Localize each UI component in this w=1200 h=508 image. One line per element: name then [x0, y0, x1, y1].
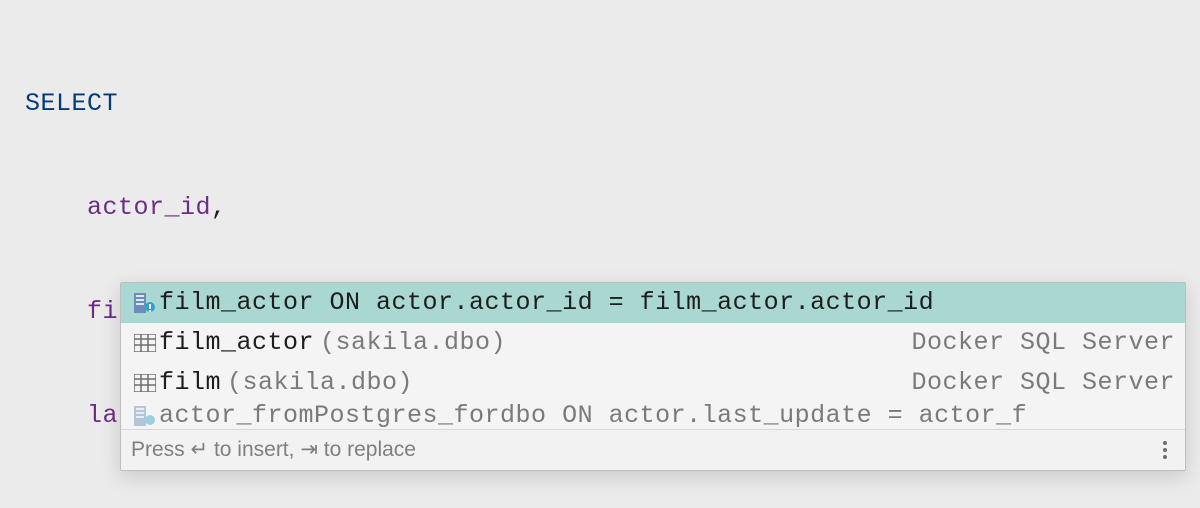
- comma: ,: [211, 193, 227, 223]
- autocomplete-schema: (sakila.dbo): [227, 368, 413, 398]
- join-clause-icon: [131, 406, 159, 426]
- code-line: actor_id,: [25, 186, 1175, 230]
- autocomplete-label: actor_fromPostgres_fordbo ON actor.last_…: [159, 403, 1027, 429]
- keyword-select: SELECT: [25, 89, 118, 119]
- code-line: FROM actor: [25, 498, 1175, 508]
- autocomplete-popup: film_actor ON actor.actor_id = film_acto…: [120, 282, 1186, 471]
- autocomplete-source: Docker SQL Server: [911, 328, 1175, 358]
- autocomplete-source: Docker SQL Server: [911, 368, 1175, 398]
- autocomplete-label: film: [159, 368, 221, 398]
- column-actor-id: actor_id: [87, 193, 211, 223]
- autocomplete-hint-bar: Press ↵ to insert, ⇥ to replace: [121, 429, 1185, 470]
- autocomplete-item[interactable]: film (sakila.dbo) Docker SQL Server: [121, 363, 1185, 403]
- table-icon: [131, 374, 159, 392]
- code-line: SELECT: [25, 82, 1175, 126]
- autocomplete-label: film_actor ON actor.actor_id = film_acto…: [159, 288, 934, 318]
- autocomplete-item[interactable]: film_actor ON actor.actor_id = film_acto…: [121, 283, 1185, 323]
- autocomplete-label: film_actor: [159, 328, 314, 358]
- hint-text: Press ↵ to insert, ⇥ to replace: [131, 437, 1155, 462]
- autocomplete-item[interactable]: film_actor (sakila.dbo) Docker SQL Serve…: [121, 323, 1185, 363]
- more-options-icon[interactable]: [1155, 441, 1175, 459]
- autocomplete-item[interactable]: actor_fromPostgres_fordbo ON actor.last_…: [121, 403, 1185, 429]
- join-clause-icon: [131, 293, 159, 313]
- autocomplete-schema: (sakila.dbo): [320, 328, 506, 358]
- table-icon: [131, 334, 159, 352]
